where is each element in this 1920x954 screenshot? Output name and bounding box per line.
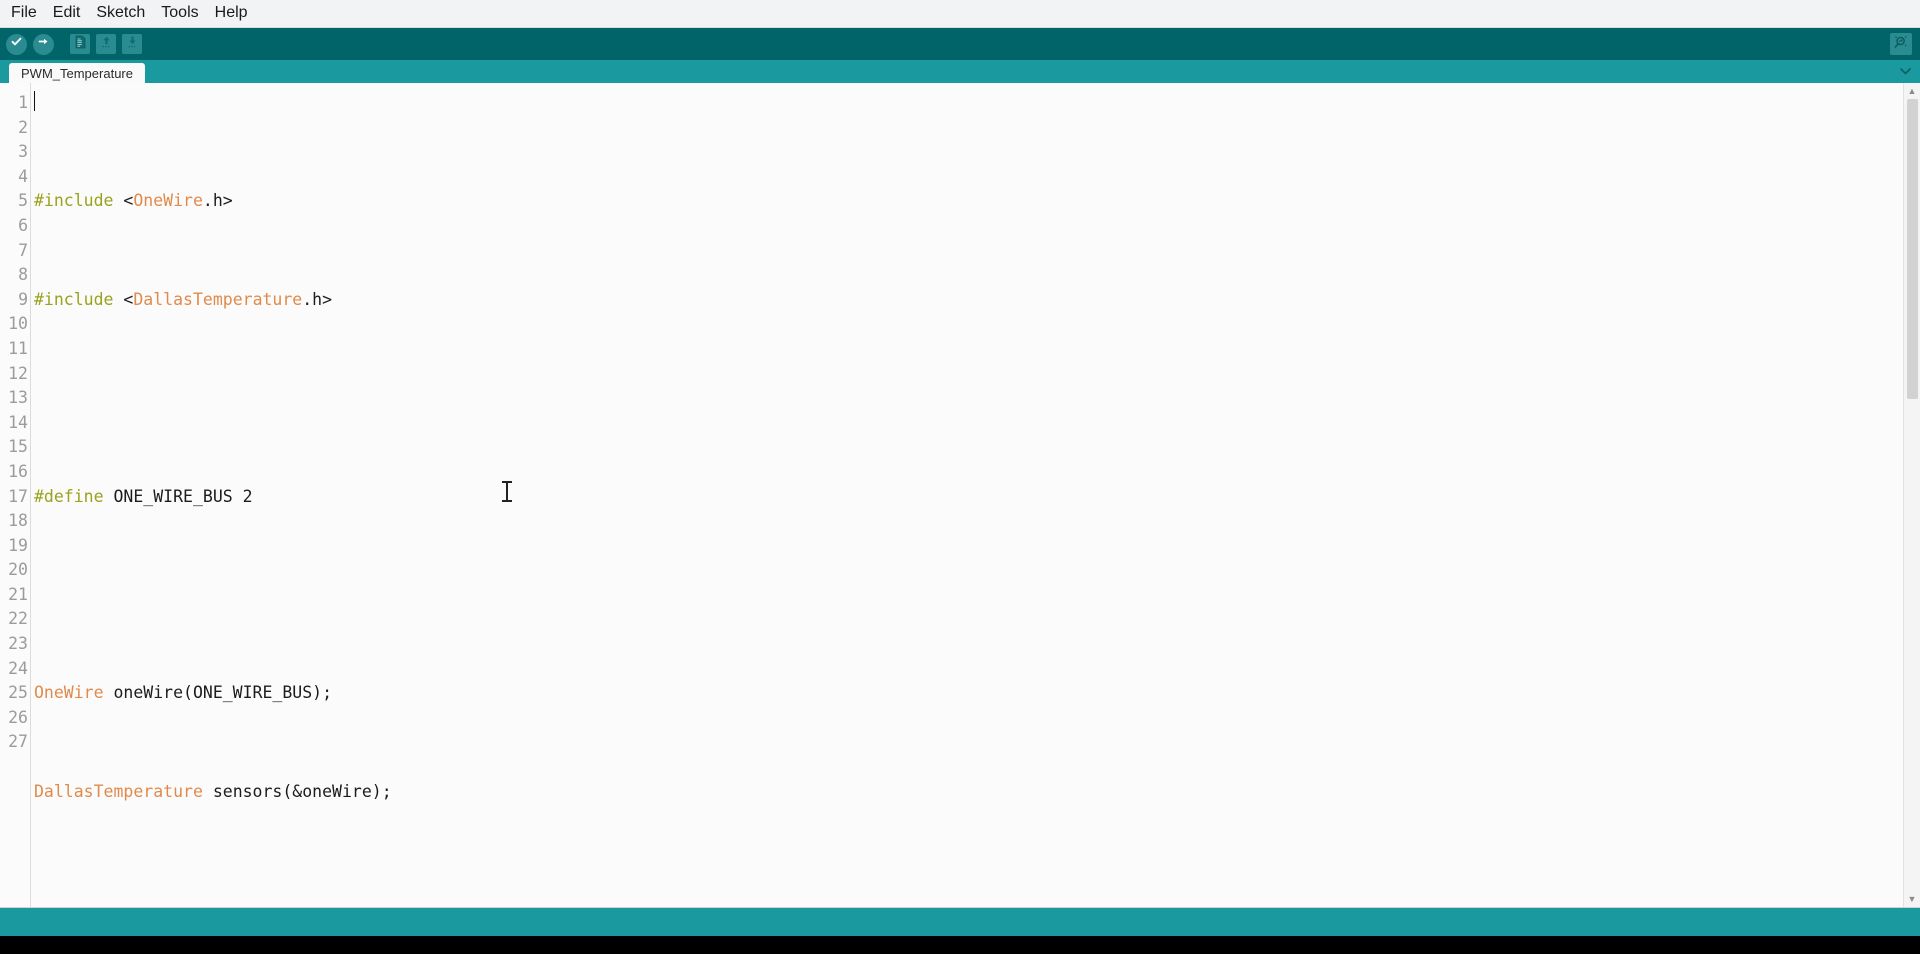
code-content[interactable]: #include <OneWire.h> #include <DallasTem… xyxy=(31,83,1903,907)
scrollbar-thumb[interactable] xyxy=(1906,99,1918,399)
scroll-up-button[interactable]: ▲ xyxy=(1904,83,1920,99)
line-number: 21 xyxy=(8,584,28,604)
arrow-down-icon xyxy=(126,35,139,54)
code-line-2: #include <DallasTemperature.h> xyxy=(34,288,1903,313)
verify-button[interactable] xyxy=(6,33,27,55)
line-number: 7 xyxy=(18,240,28,260)
vertical-scrollbar[interactable]: ▲ ▼ xyxy=(1903,83,1920,907)
checkmark-icon xyxy=(10,35,23,53)
new-file-icon xyxy=(74,35,87,54)
line-number: 24 xyxy=(8,658,28,678)
line-number: 12 xyxy=(8,363,28,383)
tab-menu-button[interactable] xyxy=(1898,64,1912,78)
token-preprocessor: #include xyxy=(34,191,114,211)
menu-item-edit[interactable]: Edit xyxy=(45,2,89,25)
line-number: 25 xyxy=(8,683,28,703)
line-number: 10 xyxy=(8,314,28,334)
open-sketch-button[interactable] xyxy=(96,34,116,54)
tab-bar: PWM_Temperature xyxy=(0,60,1920,83)
token-class: DallasTemperature xyxy=(133,289,303,309)
line-number: 20 xyxy=(8,560,28,580)
serial-monitor-button[interactable] xyxy=(1890,33,1912,55)
code-line-7: DallasTemperature sensors(&oneWire); xyxy=(34,780,1903,805)
arrow-up-icon xyxy=(100,35,113,54)
line-number: 5 xyxy=(18,191,28,211)
magnifier-icon xyxy=(1893,34,1909,55)
console-bar xyxy=(0,936,1920,954)
save-sketch-button[interactable] xyxy=(122,34,142,54)
token-plain: sensors(&oneWire); xyxy=(202,781,392,801)
token-plain: .h> xyxy=(202,191,233,211)
line-number: 15 xyxy=(8,437,28,457)
code-editor[interactable]: 1 2 3 4 5 6 7 8 9 10 11 12 13 14 15 16 1… xyxy=(0,83,1903,907)
token-class: OneWire xyxy=(34,683,104,703)
menu-item-help[interactable]: Help xyxy=(207,2,256,25)
token-plain: .h> xyxy=(302,289,333,309)
line-number: 26 xyxy=(8,707,28,727)
line-number: 1 xyxy=(18,93,28,112)
token-plain: < xyxy=(113,191,134,211)
status-bar xyxy=(0,908,1920,936)
line-number: 9 xyxy=(18,289,28,309)
arrow-right-icon xyxy=(37,35,50,53)
menu-item-tools[interactable]: Tools xyxy=(153,2,206,25)
code-line-4: #define ONE_WIRE_BUS 2 xyxy=(34,485,1903,510)
line-number: 22 xyxy=(8,609,28,629)
line-number: 27 xyxy=(8,732,28,752)
token-preprocessor: #define xyxy=(34,486,104,506)
code-line-1: #include <OneWire.h> xyxy=(34,189,1903,214)
new-sketch-button[interactable] xyxy=(70,34,90,54)
menu-item-file[interactable]: File xyxy=(3,2,45,25)
token-plain: ONE_WIRE_BUS 2 xyxy=(103,486,253,506)
line-number: 19 xyxy=(8,535,28,555)
line-number: 2 xyxy=(18,117,28,137)
toolbar-main-group xyxy=(6,33,142,55)
line-number: 6 xyxy=(18,215,28,235)
line-number: 3 xyxy=(18,142,28,162)
line-number-gutter: 1 2 3 4 5 6 7 8 9 10 11 12 13 14 15 16 1… xyxy=(0,83,31,907)
editor-area: 1 2 3 4 5 6 7 8 9 10 11 12 13 14 15 16 1… xyxy=(0,83,1920,908)
token-class: OneWire xyxy=(133,191,203,211)
line-number: 16 xyxy=(8,461,28,481)
code-line-6: OneWire oneWire(ONE_WIRE_BUS); xyxy=(34,681,1903,706)
text-caret xyxy=(34,91,35,111)
token-plain: oneWire(ONE_WIRE_BUS); xyxy=(103,683,333,703)
line-number: 17 xyxy=(8,486,28,506)
line-number: 4 xyxy=(18,166,28,186)
chevron-down-icon xyxy=(1899,62,1911,80)
line-number: 8 xyxy=(18,265,28,285)
upload-button[interactable] xyxy=(33,33,54,55)
token-plain: < xyxy=(113,289,134,309)
line-number: 23 xyxy=(8,634,28,654)
token-class: DallasTemperature xyxy=(34,781,203,801)
line-number: 18 xyxy=(8,511,28,531)
menu-bar: File Edit Sketch Tools Help xyxy=(0,0,1920,28)
arduino-ide-window: File Edit Sketch Tools Help PWM_Temperat… xyxy=(0,0,1920,954)
line-number: 11 xyxy=(8,338,28,358)
line-number: 13 xyxy=(8,388,28,408)
tab-pwm-temperature[interactable]: PWM_Temperature xyxy=(9,63,145,83)
toolbar xyxy=(0,28,1920,60)
line-number: 14 xyxy=(8,412,28,432)
tab-label: PWM_Temperature xyxy=(21,65,133,81)
scroll-down-button[interactable]: ▼ xyxy=(1904,891,1920,907)
token-preprocessor: #include xyxy=(34,289,114,309)
menu-item-sketch[interactable]: Sketch xyxy=(88,2,153,25)
